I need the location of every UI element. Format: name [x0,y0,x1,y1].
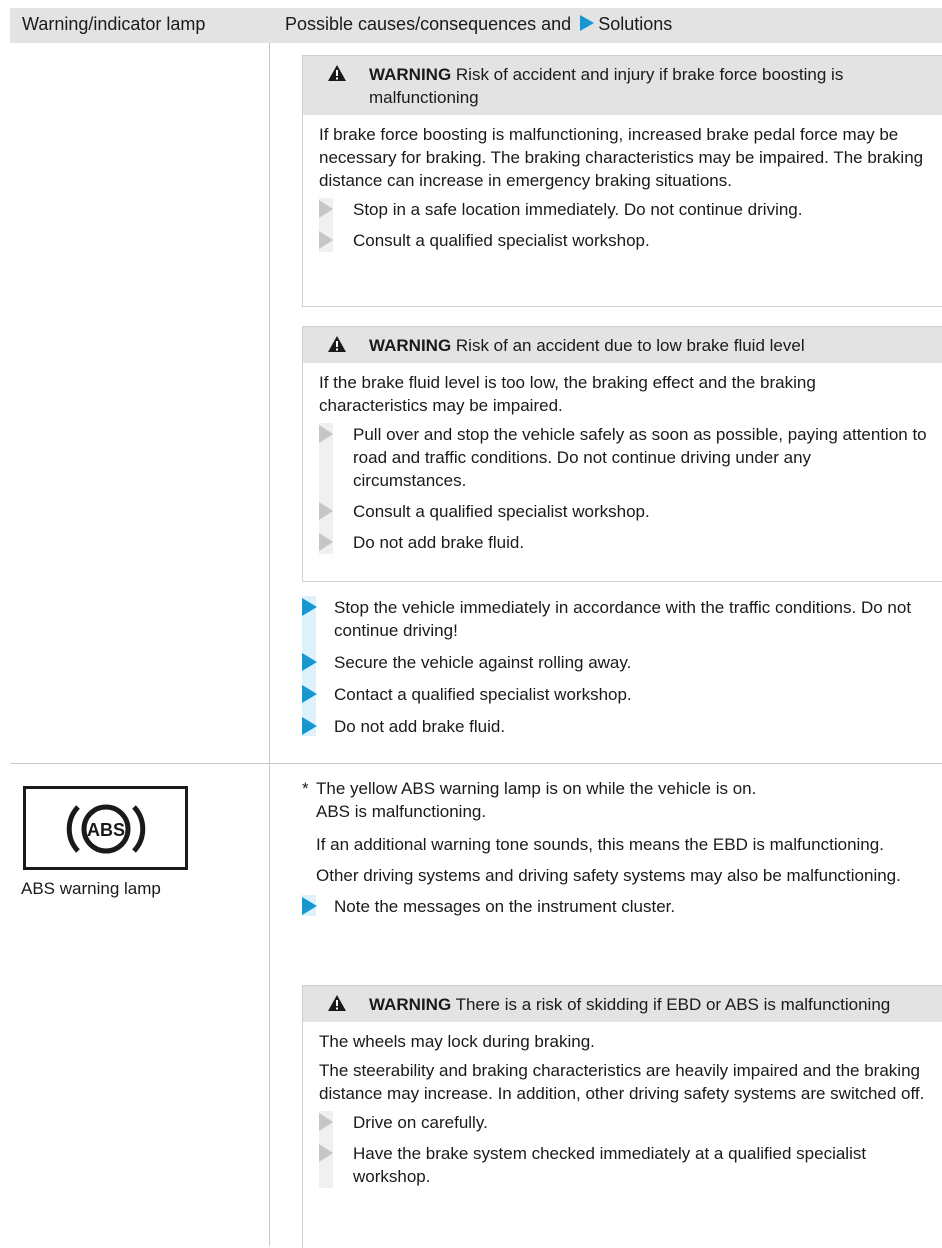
solution-steps: Stop the vehicle immediately in accordan… [302,596,942,738]
warning-title: Risk of an accident due to low brake flu… [455,336,805,355]
header-col2-solutions: Solutions [598,14,673,34]
list-item: Secure the vehicle against rolling away. [302,651,942,674]
list-item: Do not add brake fluid. [302,715,942,738]
step-arrow-icon [319,502,333,520]
list-item: Do not add brake fluid. [319,531,929,554]
row-divider [10,763,942,764]
warning-body: The steerability and braking characteris… [319,1061,925,1103]
footnote-asterisk: * [302,779,309,798]
list-item: Note the messages on the instrument clus… [302,895,942,918]
abs-lamp-symbol: ABS [23,786,188,870]
step-text: Do not add brake fluid. [353,533,525,552]
list-item: Pull over and stop the vehicle safely as… [319,423,929,492]
warning-body: If brake force boosting is malfunctionin… [319,125,924,190]
warning-keyword: WARNING [369,995,452,1014]
header-col-lamp: Warning/indicator lamp [22,14,206,34]
abs-lamp-label: ABS warning lamp [21,879,161,898]
step-text: Consult a qualified specialist workshop. [353,231,650,250]
warning-box-brake-fluid: WARNING Risk of an accident due to low b… [302,326,942,582]
column-divider [269,43,270,1246]
step-text: Contact a qualified specialist workshop. [334,685,632,704]
abs-description: * The yellow ABS warning lamp is on whil… [302,777,942,918]
abs-line1: The yellow ABS warning lamp is on while … [316,779,757,798]
warning-keyword: WARNING [369,336,452,355]
warning-body: If the brake fluid level is too low, the… [319,373,816,415]
warning-triangle-icon [328,336,346,352]
list-item: Stop the vehicle immediately in accordan… [302,596,942,642]
abs-solution-steps: Note the messages on the instrument clus… [302,895,942,918]
warning-header: WARNING Risk of accident and injury if b… [303,56,942,115]
warning-header: WARNING Risk of an accident due to low b… [303,327,942,363]
warning-triangle-icon [328,65,346,81]
list-item: Have the brake system checked immediatel… [319,1142,929,1188]
step-text: Stop in a safe location immediately. Do … [353,200,803,219]
abs-para: Other driving systems and driving safety… [316,866,901,885]
step-text: Pull over and stop the vehicle safely as… [353,425,927,490]
solution-arrow-icon [302,653,317,671]
step-text: Do not add brake fluid. [334,717,506,736]
solution-arrow-icon [302,598,317,616]
abs-para: If an additional warning tone sounds, th… [316,835,884,854]
solution-arrow-icon [302,685,317,703]
step-text: Consult a qualified specialist workshop. [353,502,650,521]
warning-steps: Stop in a safe location immediately. Do … [319,198,929,252]
step-text: Secure the vehicle against rolling away. [334,653,632,672]
list-item: Contact a qualified specialist workshop. [302,683,942,706]
warning-body: The wheels may lock during braking. [319,1032,595,1051]
abs-lamp-text: ABS [87,820,125,840]
manual-page: Warning/indicator lamp Possible causes/c… [10,8,942,1248]
warning-keyword: WARNING [369,65,452,84]
header-col-solutions: Possible causes/consequences and Solutio… [285,14,672,35]
step-text: Have the brake system checked immediatel… [353,1144,867,1186]
warning-triangle-icon [328,995,346,1011]
solutions-arrow-icon [580,15,595,31]
step-text: Drive on carefully. [353,1113,488,1132]
list-item: Consult a qualified specialist workshop. [319,229,929,252]
step-arrow-icon [319,533,333,551]
list-item: Drive on carefully. [319,1111,929,1134]
step-arrow-icon [319,1113,333,1131]
warning-header: WARNING There is a risk of skidding if E… [303,986,942,1022]
table-header: Warning/indicator lamp Possible causes/c… [10,8,942,43]
step-arrow-icon [319,200,333,218]
warning-title: There is a risk of skidding if EBD or AB… [455,995,891,1014]
solution-arrow-icon [302,717,317,735]
list-item: Consult a qualified specialist workshop. [319,500,929,523]
warning-box-skidding: WARNING There is a risk of skidding if E… [302,985,942,1248]
step-text: Stop the vehicle immediately in accordan… [334,598,912,640]
abs-line2: ABS is malfunctioning. [316,802,487,821]
abs-icon: ABS [66,804,146,854]
step-arrow-icon [319,231,333,249]
list-item: Stop in a safe location immediately. Do … [319,198,929,221]
step-text: Note the messages on the instrument clus… [334,897,676,916]
warning-steps: Drive on carefully. Have the brake syste… [319,1111,929,1188]
step-arrow-icon [319,1144,333,1162]
warning-steps: Pull over and stop the vehicle safely as… [319,423,929,554]
solution-arrow-icon [302,897,317,915]
header-col2-text: Possible causes/consequences and [285,14,572,34]
step-arrow-icon [319,425,333,443]
abs-intro: The yellow ABS warning lamp is on while … [302,777,942,823]
warning-box-brake-boost: WARNING Risk of accident and injury if b… [302,55,942,307]
